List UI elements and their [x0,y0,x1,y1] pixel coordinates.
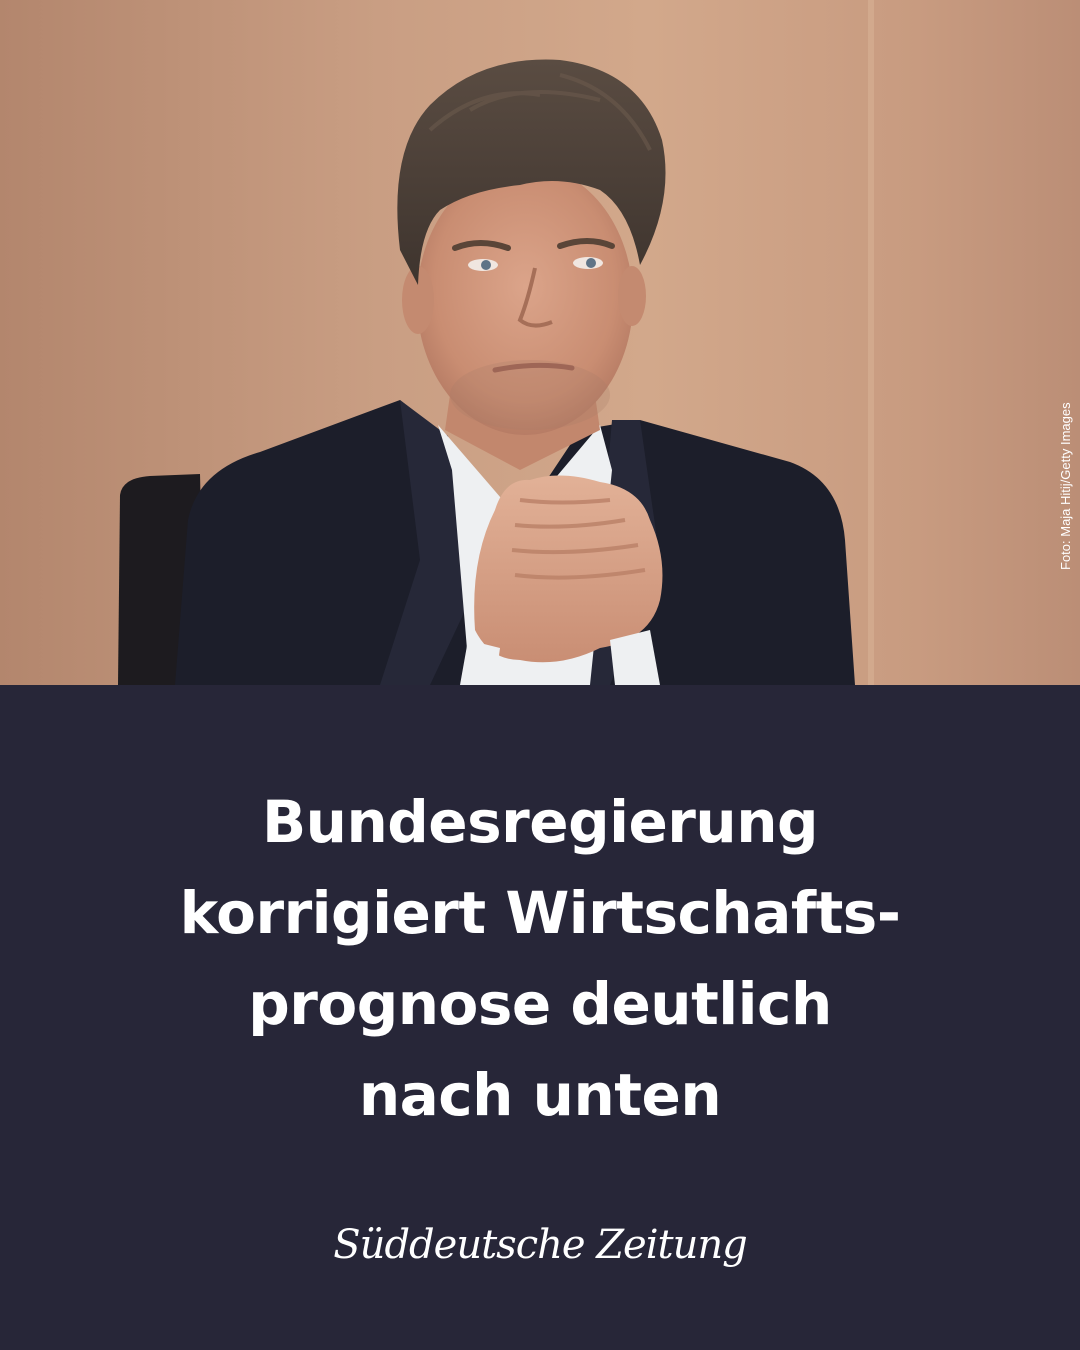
photo-credit: Foto: Maja Hitij/Getty Images [1058,402,1073,570]
ear-right [618,266,646,326]
sueddeutsche-zeitung-logo: Süddeutsche Zeitung [333,1222,747,1268]
headline-line: prognose deutlich [248,970,832,1038]
wall-panel-seam [868,0,874,685]
portrait-illustration [0,0,1080,685]
headline-panel: Bundesregierung korrigiert Wirtschafts- … [0,685,1080,1350]
headline-line: nach unten [358,1061,722,1129]
headline-line: Bundesregierung [261,788,819,856]
social-post-card: Foto: Maja Hitij/Getty Images Bundesregi… [0,0,1080,1350]
headline-line: korrigiert Wirtschafts- [179,879,901,947]
portrait-photo: Foto: Maja Hitij/Getty Images [0,0,1080,685]
headline: Bundesregierung korrigiert Wirtschafts- … [60,777,1020,1141]
